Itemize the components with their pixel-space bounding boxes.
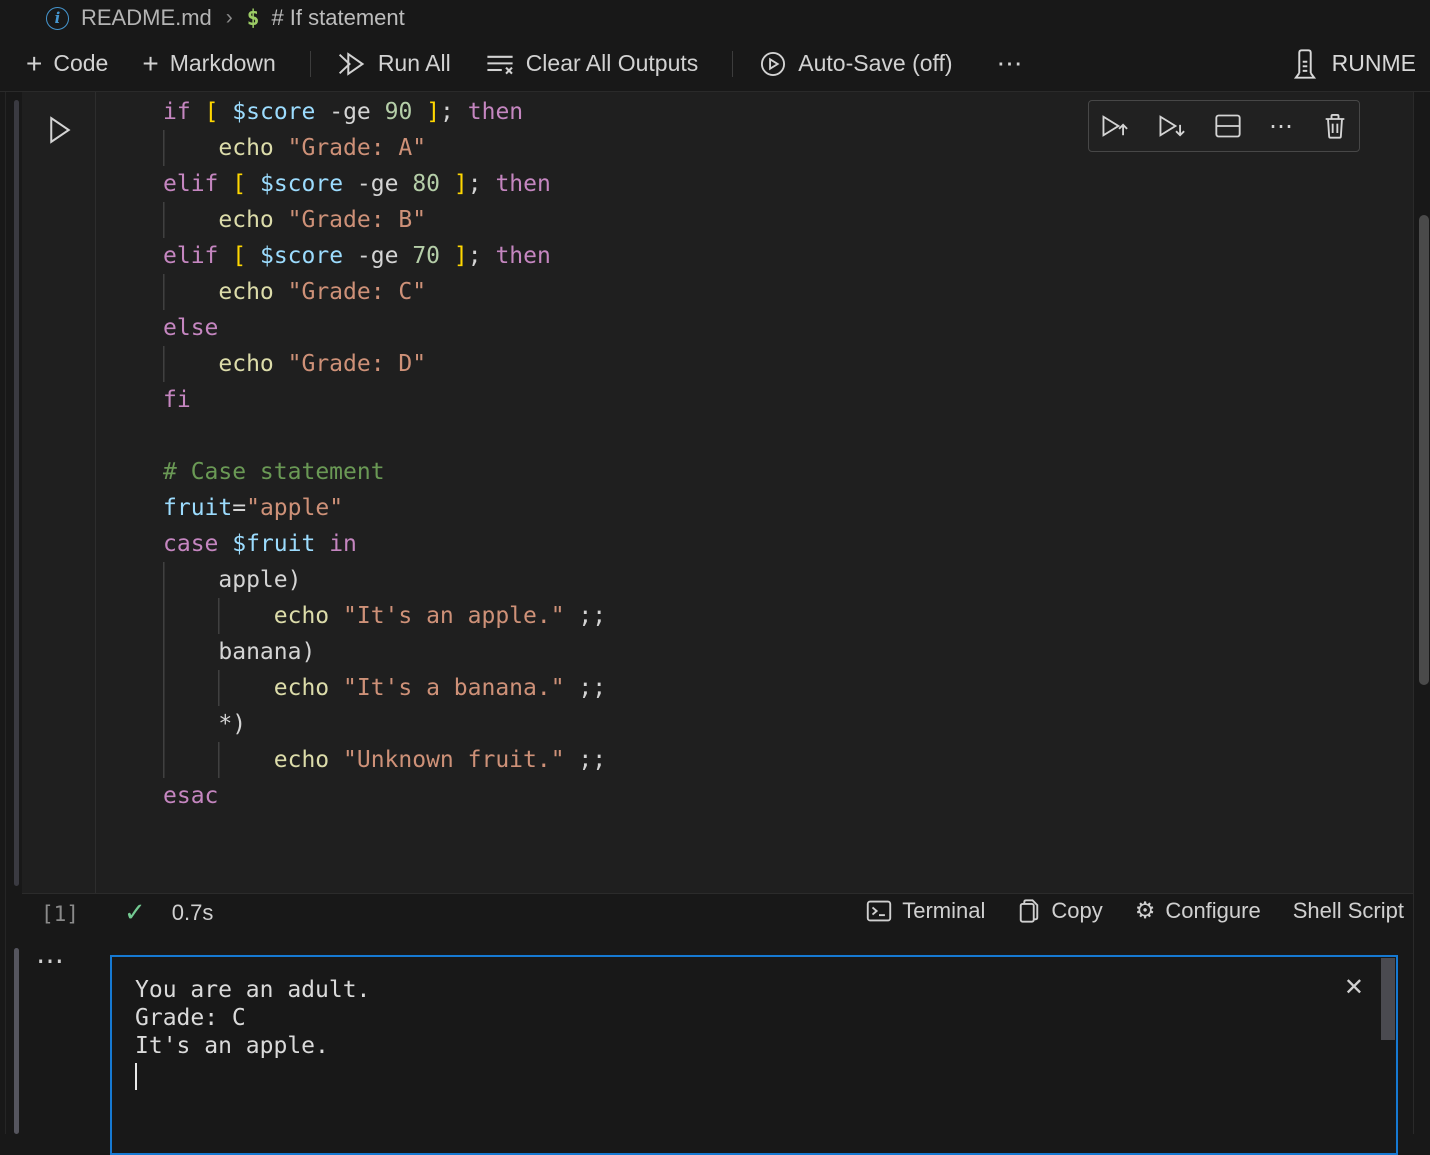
breadcrumb-file[interactable]: README.md	[81, 5, 212, 31]
run-all-button[interactable]: Run All	[337, 50, 451, 77]
add-markdown-cell-button[interactable]: + Markdown	[142, 50, 275, 77]
terminal-label: Terminal	[902, 898, 985, 924]
terminal-output[interactable]: You are an adult.Grade: CIt's an apple. …	[110, 955, 1398, 1155]
plus-icon: +	[142, 54, 158, 74]
delete-cell-icon[interactable]	[1322, 112, 1348, 140]
terminal-button[interactable]: Terminal	[866, 898, 985, 924]
run-cell-button[interactable]	[42, 110, 78, 150]
output-more-actions-button[interactable]: ⋯	[36, 944, 66, 977]
code-line: # Case statement	[163, 454, 606, 490]
clear-all-outputs-label: Clear All Outputs	[526, 50, 699, 77]
toolbar-more-actions-button[interactable]: ⋯	[997, 48, 1025, 79]
cell-toolbar: ⋯	[1088, 100, 1360, 152]
execute-above-icon[interactable]	[1100, 112, 1130, 140]
output-line: You are an adult.	[135, 976, 370, 1004]
execution-count: [1]	[41, 902, 79, 926]
code-line: elif [ $score -ge 80 ]; then	[163, 166, 606, 202]
add-markdown-label: Markdown	[170, 50, 276, 77]
code-line: banana)	[163, 634, 606, 670]
code-line: echo "Grade: A"	[163, 130, 606, 166]
clear-all-outputs-button[interactable]: Clear All Outputs	[485, 50, 699, 77]
language-picker[interactable]: Shell Script	[1293, 898, 1404, 924]
breadcrumb-section[interactable]: # If statement	[271, 5, 404, 31]
configure-button[interactable]: ⚙ Configure	[1135, 898, 1261, 924]
execution-duration: 0.7s	[172, 900, 214, 926]
auto-save-toggle[interactable]: Auto-Save (off)	[759, 50, 952, 78]
shell-symbol-icon: $	[247, 6, 260, 30]
output-line: It's an apple.	[135, 1032, 370, 1060]
code-line: *)	[163, 706, 606, 742]
run-all-icon	[337, 51, 367, 77]
copy-button[interactable]: Copy	[1017, 898, 1102, 924]
code-line: apple)	[163, 562, 606, 598]
code-line: echo "It's a banana." ;;	[163, 670, 606, 706]
code-line: elif [ $score -ge 70 ]; then	[163, 238, 606, 274]
code-line: esac	[163, 778, 606, 814]
code-line: if [ $score -ge 90 ]; then	[163, 94, 606, 130]
output-scrollbar[interactable]	[1381, 958, 1395, 1040]
info-icon[interactable]: i	[46, 7, 69, 30]
copy-label: Copy	[1051, 898, 1102, 924]
clear-outputs-icon	[485, 52, 515, 76]
cell-bottom-border	[22, 893, 1413, 894]
add-code-cell-button[interactable]: + Code	[26, 50, 108, 77]
chevron-right-icon: ›	[226, 6, 233, 30]
notebook-scrollbar[interactable]	[1419, 215, 1429, 685]
code-line: case $fruit in	[163, 526, 606, 562]
code-line: echo "Grade: B"	[163, 202, 606, 238]
breadcrumb: i README.md › $ # If statement	[0, 0, 1430, 36]
output-line: Grade: C	[135, 1004, 370, 1032]
editor-left-edge	[5, 92, 6, 1134]
cell-status-right: Terminal Copy ⚙ Configure Shell Script	[866, 898, 1404, 924]
runme-logo-icon	[1290, 48, 1320, 80]
code-line	[163, 418, 606, 454]
code-line: echo "Grade: D"	[163, 346, 606, 382]
configure-label: Configure	[1165, 898, 1260, 924]
code-line: fi	[163, 382, 606, 418]
output-focus-indicator[interactable]	[14, 948, 19, 1134]
terminal-output-text: You are an adult.Grade: CIt's an apple.	[135, 976, 370, 1090]
scrollbar-track-divider	[1413, 92, 1414, 1134]
code-editor[interactable]: if [ $score -ge 90 ]; thenecho "Grade: A…	[163, 94, 606, 814]
run-all-label: Run All	[378, 50, 451, 77]
cell-status-left: ✓ 0.7s	[124, 898, 213, 928]
terminal-icon	[866, 899, 892, 923]
gear-icon: ⚙	[1135, 898, 1156, 924]
code-line: else	[163, 310, 606, 346]
code-line: echo "Unknown fruit." ;;	[163, 742, 606, 778]
auto-save-icon	[759, 50, 787, 78]
runme-button[interactable]: RUNME	[1290, 48, 1416, 80]
close-icon[interactable]: ✕	[1344, 973, 1364, 1001]
copy-icon	[1017, 898, 1041, 924]
code-line: echo "It's an apple." ;;	[163, 598, 606, 634]
auto-save-label: Auto-Save (off)	[798, 50, 952, 77]
split-cell-icon[interactable]	[1214, 113, 1242, 139]
execute-below-icon[interactable]	[1157, 112, 1187, 140]
notebook-toolbar: + Code + Markdown Run All Clear All Outp…	[0, 36, 1430, 92]
cell-more-actions-icon[interactable]: ⋯	[1269, 112, 1295, 141]
terminal-cursor	[135, 1063, 137, 1090]
code-line: echo "Grade: C"	[163, 274, 606, 310]
success-check-icon: ✓	[124, 898, 146, 928]
code-line: fruit="apple"	[163, 490, 606, 526]
toolbar-divider	[310, 51, 311, 77]
runme-label: RUNME	[1332, 50, 1416, 77]
toolbar-divider	[732, 51, 733, 77]
cell-focus-indicator[interactable]	[14, 100, 19, 886]
add-code-label: Code	[53, 50, 108, 77]
plus-icon: +	[26, 54, 42, 74]
gutter-divider	[95, 92, 96, 893]
